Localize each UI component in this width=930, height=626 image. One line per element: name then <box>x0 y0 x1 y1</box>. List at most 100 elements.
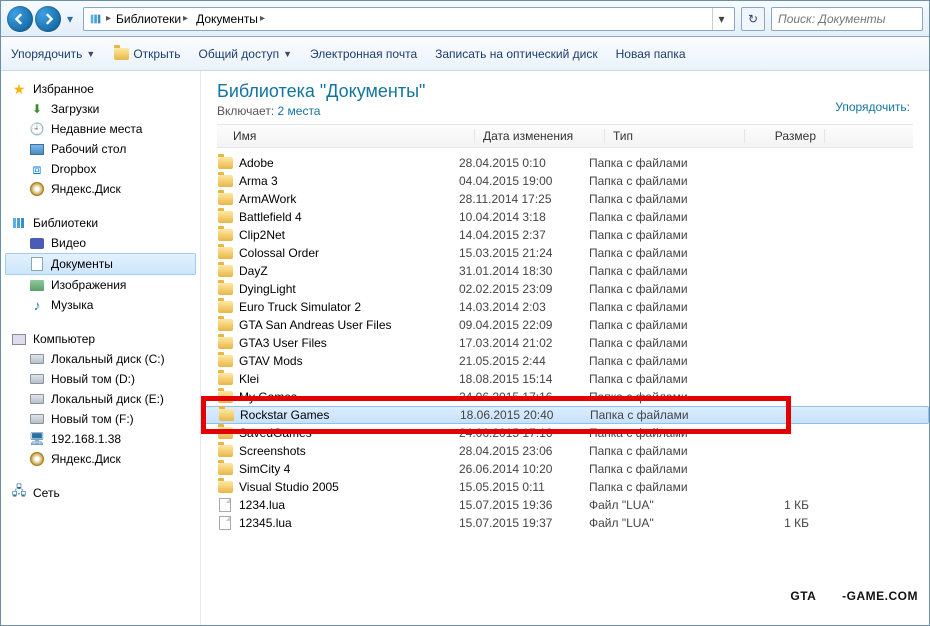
file-date: 28.04.2015 0:10 <box>459 156 589 170</box>
file-row[interactable]: Adobe28.04.2015 0:10Папка с файлами <box>201 154 929 172</box>
file-date: 15.03.2015 21:24 <box>459 246 589 260</box>
col-type[interactable]: Тип <box>605 129 745 143</box>
drive-icon <box>29 411 45 427</box>
sort-menu[interactable]: Упорядочить: <box>835 100 910 114</box>
file-type: Папка с файлами <box>589 282 729 296</box>
sidebar-drive-f[interactable]: Новый том (F:) <box>1 409 200 429</box>
file-row[interactable]: 12345.lua 15.07.2015 19:37Файл "LUA"1 КБ <box>201 514 929 532</box>
folder-icon <box>217 245 233 261</box>
file-row[interactable]: Clip2Net14.04.2015 2:37Папка с файлами <box>201 226 929 244</box>
sidebar-desktop[interactable]: Рабочий стол <box>1 139 200 159</box>
sidebar-yandex2[interactable]: Яндекс.Диск <box>1 449 200 469</box>
file-size: 1 КБ <box>729 498 809 512</box>
file-row[interactable]: GTA3 User Files17.03.2014 21:02Папка с ф… <box>201 334 929 352</box>
file-name: Euro Truck Simulator 2 <box>239 300 361 314</box>
folder-icon <box>217 371 233 387</box>
file-type: Папка с файлами <box>589 264 729 278</box>
file-row[interactable]: Screenshots28.04.2015 23:06Папка с файла… <box>201 442 929 460</box>
folder-icon <box>217 173 233 189</box>
sidebar-images[interactable]: Изображения <box>1 275 200 295</box>
organize-menu[interactable]: Упорядочить ▼ <box>9 44 97 64</box>
includes-link[interactable]: 2 места <box>278 104 321 118</box>
file-date: 31.01.2014 18:30 <box>459 264 589 278</box>
file-date: 02.02.2015 23:09 <box>459 282 589 296</box>
folder-icon <box>217 443 233 459</box>
back-button[interactable] <box>7 6 33 32</box>
libraries-header[interactable]: Библиотеки <box>1 213 200 233</box>
file-type: Папка с файлами <box>589 156 729 170</box>
sidebar-downloads[interactable]: ⬇Загрузки <box>1 99 200 119</box>
burn-button[interactable]: Записать на оптический диск <box>433 44 600 64</box>
history-dropdown[interactable]: ▾ <box>63 9 77 29</box>
file-row[interactable]: Visual Studio 200515.05.2015 0:11Папка с… <box>201 478 929 496</box>
file-row[interactable]: GTAV Mods21.05.2015 2:44Папка с файлами <box>201 352 929 370</box>
file-type: Файл "LUA" <box>589 516 729 530</box>
file-row[interactable]: 1234.lua15.07.2015 19:36Файл "LUA"1 КБ <box>201 496 929 514</box>
sidebar-network-loc[interactable]: 🖥192.168.1.38 <box>1 429 200 449</box>
file-name: SavedGames <box>239 426 312 440</box>
file-row[interactable]: Rockstar Games18.06.2015 20:40Папка с фа… <box>201 406 929 424</box>
sidebar: ★Избранное ⬇Загрузки 🕘Недавние места Раб… <box>1 71 201 625</box>
folder-icon <box>217 479 233 495</box>
file-size: 1 КБ <box>729 516 809 530</box>
file-type: Папка с файлами <box>589 390 729 404</box>
file-row[interactable]: DyingLight02.02.2015 23:09Папка с файлам… <box>201 280 929 298</box>
file-row[interactable]: ArmAWork28.11.2014 17:25Папка с файлами <box>201 190 929 208</box>
sidebar-drive-d[interactable]: Новый том (D:) <box>1 369 200 389</box>
file-list[interactable]: Adobe28.04.2015 0:10Папка с файламиArma … <box>201 154 929 625</box>
file-row[interactable]: DayZ31.01.2014 18:30Папка с файлами <box>201 262 929 280</box>
download-icon: ⬇ <box>29 101 45 117</box>
sidebar-documents[interactable]: Документы <box>5 253 196 275</box>
file-row[interactable]: SavedGames24.06.2015 17:16Папка с файлам… <box>201 424 929 442</box>
file-row[interactable]: Battlefield 410.04.2014 3:18Папка с файл… <box>201 208 929 226</box>
file-row[interactable]: SimCity 426.06.2014 10:20Папка с файлами <box>201 460 929 478</box>
folder-icon <box>218 407 234 423</box>
documents-icon <box>29 256 45 272</box>
sidebar-music[interactable]: ♪Музыка <box>1 295 200 315</box>
file-row[interactable]: Arma 304.04.2015 19:00Папка с файлами <box>201 172 929 190</box>
root-arrow-icon[interactable]: ▸ <box>104 13 113 24</box>
forward-button[interactable] <box>35 6 61 32</box>
star-icon: ★ <box>11 81 27 97</box>
address-dropdown[interactable]: ▾ <box>712 8 730 30</box>
file-date: 24.06.2015 17:16 <box>459 426 589 440</box>
file-row[interactable]: My Games24.06.2015 17:16Папка с файлами <box>201 388 929 406</box>
file-row[interactable]: Colossal Order15.03.2015 21:24Папка с фа… <box>201 244 929 262</box>
share-menu[interactable]: Общий доступ ▼ <box>196 44 294 64</box>
file-row[interactable]: GTA San Andreas User Files09.04.2015 22:… <box>201 316 929 334</box>
sidebar-drive-c[interactable]: Локальный диск (C:) <box>1 349 200 369</box>
file-type: Папка с файлами <box>589 174 729 188</box>
drive-icon <box>29 351 45 367</box>
crumb-libraries[interactable]: Библиотеки▸ <box>113 8 193 30</box>
drive-icon <box>29 391 45 407</box>
col-size[interactable]: Размер <box>745 129 825 143</box>
sidebar-recent[interactable]: 🕘Недавние места <box>1 119 200 139</box>
folder-icon <box>217 353 233 369</box>
network-header[interactable]: 🖧Сеть <box>1 483 200 503</box>
file-date: 15.07.2015 19:37 <box>459 516 589 530</box>
search-input[interactable] <box>771 7 923 31</box>
open-button[interactable]: Открыть <box>111 43 182 65</box>
file-name: 12345.lua <box>239 516 292 530</box>
sidebar-dropbox[interactable]: ⧈Dropbox <box>1 159 200 179</box>
folder-icon <box>217 461 233 477</box>
file-row[interactable]: Klei18.08.2015 15:14Папка с файлами <box>201 370 929 388</box>
file-date: 24.06.2015 17:16 <box>459 390 589 404</box>
folder-icon <box>217 335 233 351</box>
refresh-button[interactable]: ↻ <box>741 7 765 31</box>
col-name[interactable]: Имя <box>217 129 475 143</box>
computer-header[interactable]: Компьютер <box>1 329 200 349</box>
breadcrumb-bar[interactable]: ▸ Библиотеки▸ Документы▸ ▾ <box>83 7 735 31</box>
sidebar-yandex[interactable]: Яндекс.Диск <box>1 179 200 199</box>
col-date[interactable]: Дата изменения <box>475 129 605 143</box>
crumb-documents[interactable]: Документы▸ <box>193 8 270 30</box>
email-button[interactable]: Электронная почта <box>308 44 419 64</box>
computer-icon <box>11 331 27 347</box>
file-row[interactable]: Euro Truck Simulator 214.03.2014 2:03Пап… <box>201 298 929 316</box>
sidebar-drive-e[interactable]: Локальный диск (E:) <box>1 389 200 409</box>
favorites-header[interactable]: ★Избранное <box>1 79 200 99</box>
file-name: GTA3 User Files <box>239 336 327 350</box>
file-name: Arma 3 <box>239 174 278 188</box>
sidebar-video[interactable]: Видео <box>1 233 200 253</box>
new-folder-button[interactable]: Новая папка <box>614 44 688 64</box>
